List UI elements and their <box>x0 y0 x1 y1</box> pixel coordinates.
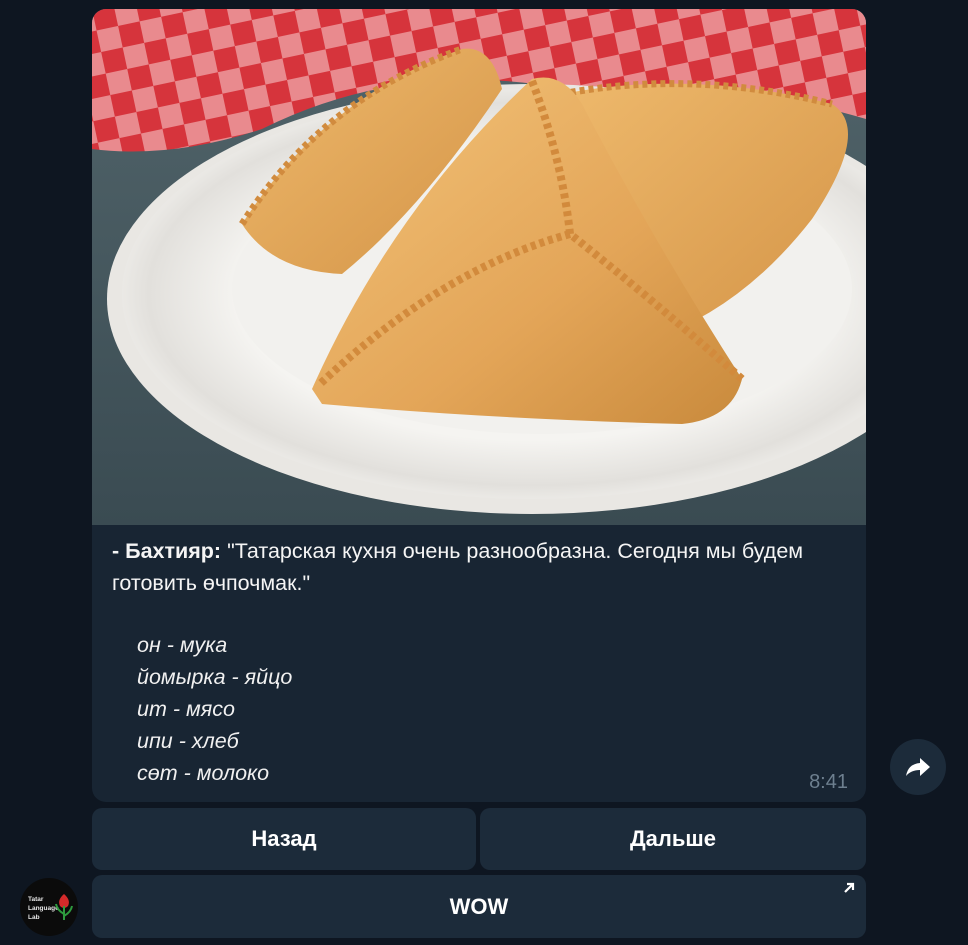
vocabulary-list: он - мука йомырка - яйцо ит - мясо ипи -… <box>137 629 292 789</box>
message-photo[interactable] <box>92 9 866 525</box>
message-bubble: - Бахтияр: "Татарская кухня очень разноо… <box>92 9 866 802</box>
vocab-item: ит - мясо <box>137 697 235 721</box>
wow-button-label: WOW <box>449 893 509 919</box>
vocab-item: сөт - молоко <box>137 761 270 785</box>
external-link-arrow-icon <box>844 882 855 893</box>
message-text: - Бахтияр: "Татарская кухня очень разноо… <box>112 535 852 599</box>
vocab-item: ипи - хлеб <box>137 729 239 753</box>
bot-avatar[interactable]: Tatar Language Lab <box>20 878 78 936</box>
vocab-item: он - мука <box>137 633 228 657</box>
back-button-label: Назад <box>251 826 317 851</box>
share-button[interactable] <box>890 739 946 795</box>
next-button-label: Дальше <box>630 826 716 851</box>
tulip-logo-icon <box>55 894 73 920</box>
message-timestamp: 8:41 <box>809 771 848 793</box>
wow-link-button[interactable]: WOW <box>92 875 866 938</box>
vocab-item: йомырка - яйцо <box>137 665 293 689</box>
share-arrow-icon <box>906 758 930 776</box>
next-button[interactable]: Дальше <box>480 808 866 870</box>
speaker-name: - Бахтияр: <box>112 539 222 563</box>
back-button[interactable]: Назад <box>92 808 476 870</box>
